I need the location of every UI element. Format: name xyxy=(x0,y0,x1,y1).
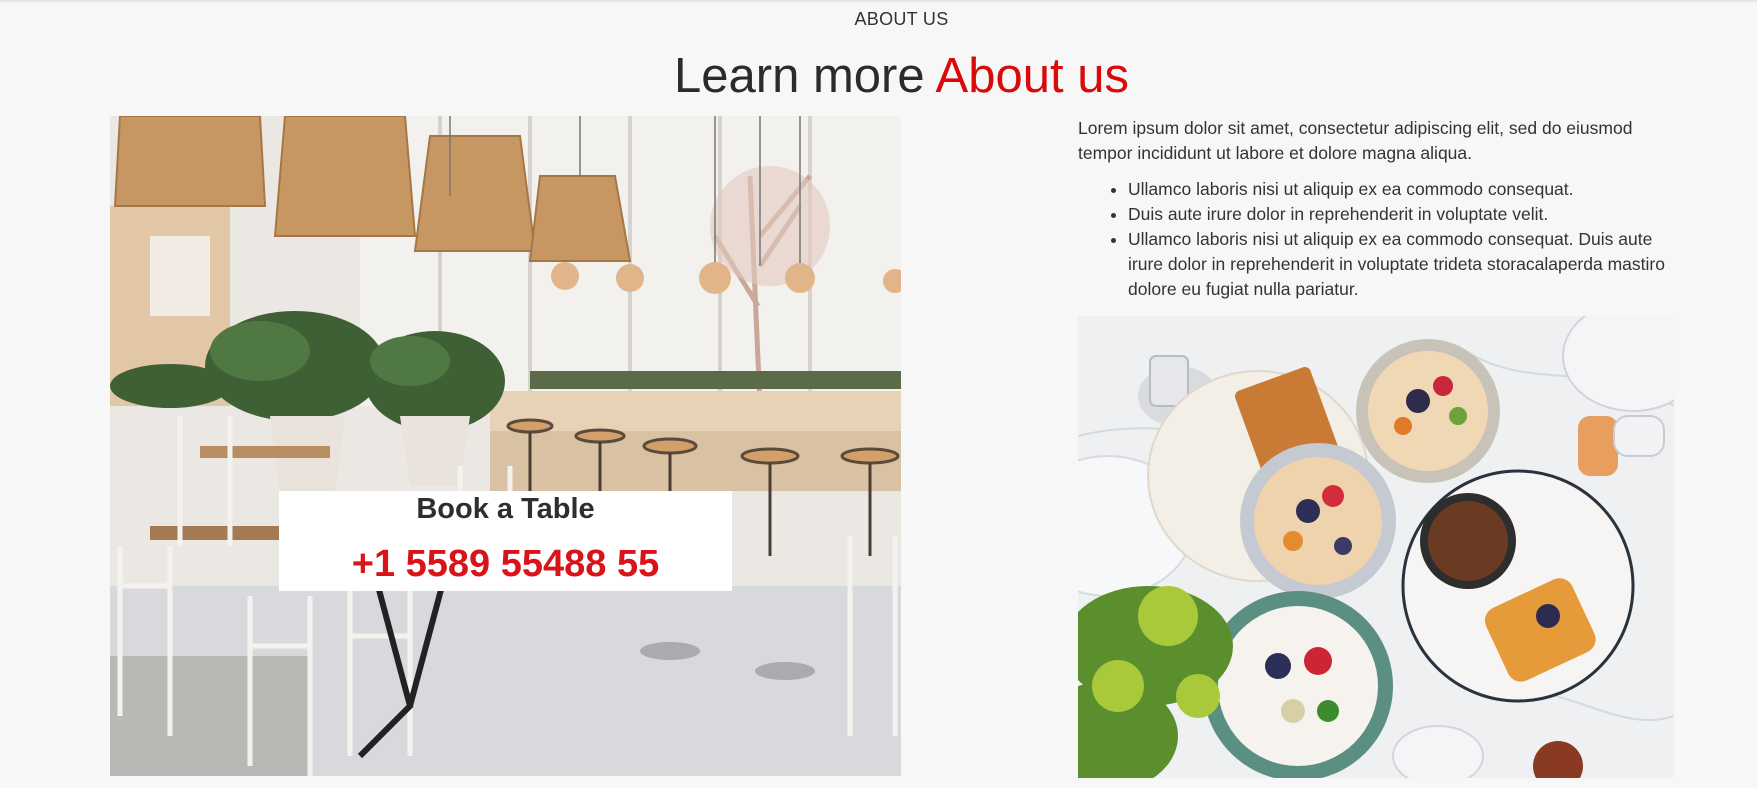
book-table-title: Book a Table xyxy=(416,493,595,525)
about-section: ABOUT US Learn more About us Book a Tabl… xyxy=(0,0,1757,788)
list-item: Ullamco laboris nisi ut aliquip ex ea co… xyxy=(1128,227,1674,302)
list-item: Ullamco laboris nisi ut aliquip ex ea co… xyxy=(1128,177,1674,202)
list-item: Duis aute irure dolor in reprehenderit i… xyxy=(1128,202,1674,227)
restaurant-interior-image: Book a Table +1 5589 55488 55 xyxy=(110,116,901,776)
section-title-main: Learn more xyxy=(674,49,925,103)
about-feature-list: Ullamco laboris nisi ut aliquip ex ea co… xyxy=(1078,177,1674,302)
section-title: Learn more About us xyxy=(0,49,1757,104)
about-text: Lorem ipsum dolor sit amet, consectetur … xyxy=(1078,116,1674,302)
about-intro: Lorem ipsum dolor sit amet, consectetur … xyxy=(1078,118,1633,163)
booking-phone-number[interactable]: +1 5589 55488 55 xyxy=(279,543,732,586)
section-eyebrow: ABOUT US xyxy=(854,9,949,29)
book-table-card[interactable]: Book a Table +1 5589 55488 55 xyxy=(279,491,732,591)
section-divider xyxy=(0,0,1757,2)
section-title-accent: About us xyxy=(935,49,1129,103)
breakfast-food-image xyxy=(1078,316,1674,778)
